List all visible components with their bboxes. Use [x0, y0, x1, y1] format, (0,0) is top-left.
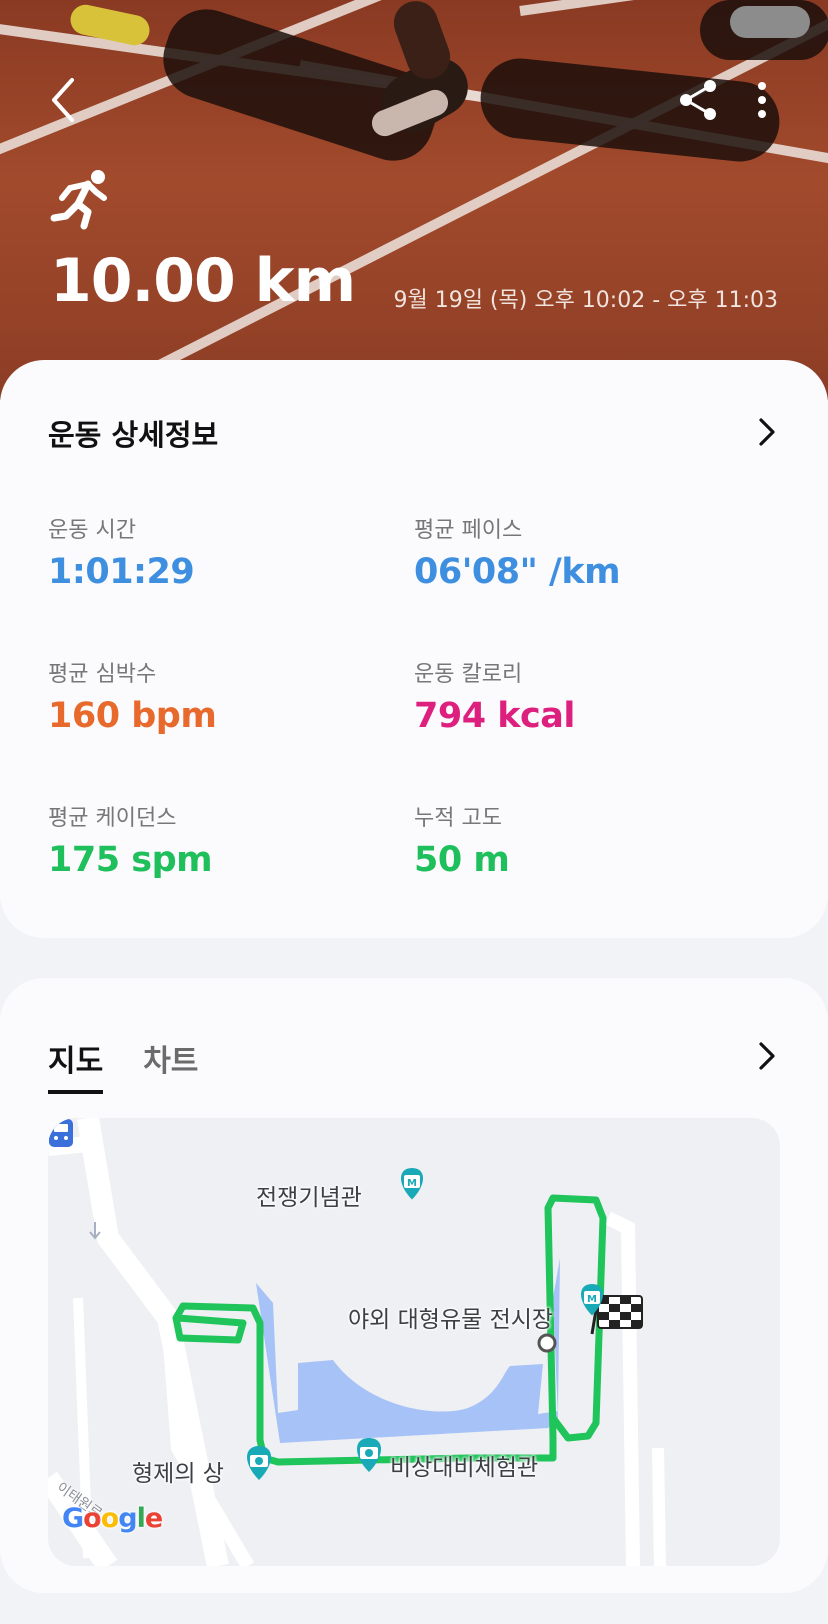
stat-value: 160 bpm [48, 696, 217, 736]
chevron-right-icon[interactable] [756, 1040, 778, 1072]
details-title: 운동 상세정보 [48, 418, 219, 452]
stat-avg-cadence: 평균 케이던스 175 spm [48, 800, 213, 880]
google-logo: Google [62, 1503, 163, 1534]
stat-duration: 운동 시간 1:01:29 [48, 512, 195, 592]
workout-distance: 10.00 km [50, 246, 356, 316]
stat-label: 평균 케이던스 [48, 806, 177, 831]
bus-stop-icon [49, 1119, 73, 1147]
stat-avg-heart-rate: 평균 심박수 160 bpm [48, 656, 217, 736]
view-tabs: 지도 차트 [48, 1036, 198, 1094]
more-vert-icon[interactable] [748, 78, 776, 122]
svg-text:M: M [407, 1178, 417, 1189]
svg-text:M: M [587, 1294, 597, 1305]
route-map[interactable]: M M 전쟁기념관 야외 대형유물 전시장 형제의 상 비상대비체험관 이태원로… [48, 1118, 780, 1566]
stat-label: 평균 페이스 [414, 518, 523, 543]
stat-label: 운동 칼로리 [414, 662, 523, 687]
stat-label: 운동 시간 [48, 518, 136, 543]
stat-value: 50 m [414, 840, 510, 880]
hero-banner: 10.00 km 9월 19일 (목) 오후 10:02 - 오후 11:03 [0, 0, 828, 400]
runner-shoe [730, 6, 810, 38]
stat-value: 06'08" /km [414, 552, 621, 592]
map-place-brothers-statue[interactable]: 형제의 상 [132, 1454, 224, 1488]
workout-details-card: 운동 상세정보 운동 시간 1:01:29 평균 페이스 06'08" /km … [0, 360, 828, 938]
share-icon[interactable] [676, 78, 720, 122]
stat-avg-pace: 평균 페이스 06'08" /km [414, 512, 621, 592]
map-place-outdoor-exhibit[interactable]: 야외 대형유물 전시장 [348, 1300, 553, 1334]
stat-calories: 운동 칼로리 794 kcal [414, 656, 575, 736]
stat-value: 175 spm [48, 840, 213, 880]
workout-datetime: 9월 19일 (목) 오후 10:02 - 오후 11:03 [393, 288, 778, 313]
map-chart-card: 지도 차트 M M 전쟁기념관 야외 대형유물 전시장 형제의 상 비상대비체험… [0, 978, 828, 1593]
stat-elevation-gain: 누적 고도 50 m [414, 800, 510, 880]
back-arrow-icon[interactable] [44, 72, 84, 128]
tab-map[interactable]: 지도 [48, 1036, 104, 1094]
tab-chart[interactable]: 차트 [143, 1036, 198, 1094]
chevron-right-icon[interactable] [756, 416, 778, 448]
stat-value: 1:01:29 [48, 552, 195, 592]
stat-label: 누적 고도 [414, 806, 502, 831]
stat-value: 794 kcal [414, 696, 575, 736]
stat-label: 평균 심박수 [48, 662, 157, 687]
map-place-war-memorial[interactable]: 전쟁기념관 [256, 1178, 362, 1212]
running-icon [50, 170, 107, 230]
map-place-emergency-center[interactable]: 비상대비체험관 [390, 1448, 538, 1482]
